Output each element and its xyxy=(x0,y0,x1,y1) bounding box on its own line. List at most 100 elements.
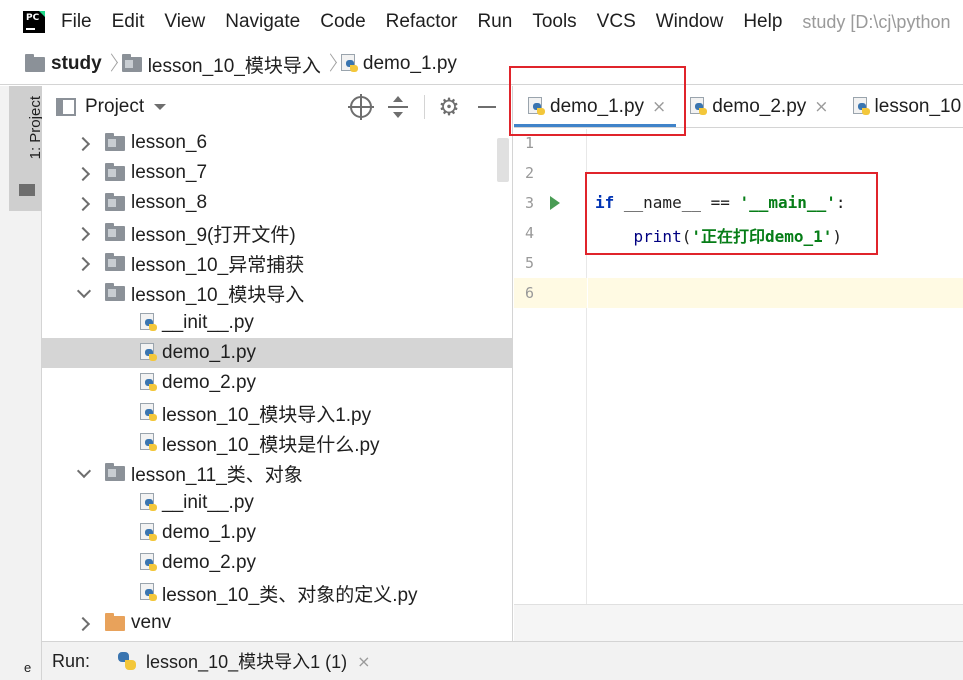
tree-item-file[interactable]: lesson_10_模块导入1.py xyxy=(42,398,512,428)
folder-icon xyxy=(105,222,125,241)
tree-item-folder[interactable]: lesson_10_异常捕获 xyxy=(42,248,512,278)
tree-item-file-selected[interactable]: demo_1.py xyxy=(42,338,512,368)
menu-run[interactable]: Run xyxy=(477,11,512,33)
tree-item-file[interactable]: __init__.py xyxy=(42,488,512,518)
line-number: 3 xyxy=(524,194,534,212)
menu-view[interactable]: View xyxy=(164,11,205,33)
project-panel-title[interactable]: Project xyxy=(85,96,144,118)
close-paren: ) xyxy=(832,227,843,246)
breadcrumb-item-lesson-10[interactable]: lesson_10_模块导入 xyxy=(121,51,321,78)
menu-file[interactable]: File xyxy=(61,11,92,33)
chevron-right-icon[interactable] xyxy=(77,617,89,629)
folder-icon xyxy=(105,282,125,301)
tab-demo-1[interactable]: demo_1.py × xyxy=(514,86,677,127)
builtin-print: print xyxy=(633,227,682,246)
menu-refactor[interactable]: Refactor xyxy=(386,11,458,33)
breadcrumb: study lesson_10_模块导入 demo_1.py xyxy=(0,44,963,85)
code-editor[interactable]: 1 2 3 4 5 6 if __name__ == '__main__': p… xyxy=(514,129,963,604)
menu-vcs[interactable]: VCS xyxy=(597,11,636,33)
toolbar-divider xyxy=(424,95,425,119)
tab-label: lesson_10 xyxy=(874,96,962,117)
tree-item-file[interactable]: __init__.py xyxy=(42,308,512,338)
breadcrumb-label: lesson_10_模块导入 xyxy=(147,55,321,77)
tree-item-label: demo_2.py xyxy=(162,552,257,573)
tree-item-label: lesson_11_类、对象 xyxy=(131,464,303,486)
line-number: 1 xyxy=(524,134,534,152)
tree-item-file[interactable]: lesson_10_类、对象的定义.py xyxy=(42,578,512,608)
code-line-4: print('正在打印demo_1') xyxy=(595,223,843,247)
chevron-right-icon[interactable] xyxy=(77,227,89,239)
folder-icon xyxy=(105,252,125,271)
tree-item-label: demo_1.py xyxy=(162,342,257,363)
python-file-icon xyxy=(140,523,158,543)
run-tab-label: lesson_10_模块导入1 (1) xyxy=(146,652,348,672)
breadcrumb-item-demo-1[interactable]: demo_1.py xyxy=(340,53,457,75)
chevron-right-icon[interactable] xyxy=(77,257,89,269)
menu-help[interactable]: Help xyxy=(743,11,782,33)
menu-edit[interactable]: Edit xyxy=(112,11,145,33)
project-tree: lesson_6 lesson_7 lesson_8 lesson_9(打开文件… xyxy=(42,128,512,638)
chevron-down-icon[interactable] xyxy=(154,104,167,110)
close-icon[interactable]: × xyxy=(357,652,370,671)
tree-item-file[interactable]: lesson_10_模块是什么.py xyxy=(42,428,512,458)
python-file-icon xyxy=(140,373,158,393)
breadcrumb-label: demo_1.py xyxy=(362,53,457,74)
tree-item-file[interactable]: demo_2.py xyxy=(42,548,512,578)
breadcrumb-separator-icon xyxy=(325,53,335,75)
python-file-icon xyxy=(852,97,871,117)
chevron-right-icon[interactable] xyxy=(77,197,89,209)
tree-item-file[interactable]: demo_2.py xyxy=(42,368,512,398)
close-icon[interactable]: × xyxy=(814,97,828,117)
open-paren: ( xyxy=(681,227,692,246)
python-file-icon xyxy=(528,97,546,117)
project-panel-toolbar: ⚙ xyxy=(348,86,512,128)
gear-icon[interactable]: ⚙ xyxy=(437,95,461,119)
run-tool-bar: Run: lesson_10_模块导入1 (1) × xyxy=(42,641,963,680)
left-tool-strip: 1: Project xyxy=(0,86,44,680)
pycharm-logo-icon: PC xyxy=(23,11,45,33)
menu-window[interactable]: Window xyxy=(656,11,724,33)
run-gutter-icon[interactable] xyxy=(550,196,560,210)
tree-item-folder[interactable]: lesson_6 xyxy=(42,128,512,158)
folder-icon xyxy=(121,53,142,72)
tree-item-label: venv xyxy=(131,612,172,633)
tree-item-folder[interactable]: lesson_7 xyxy=(42,158,512,188)
line-number: 2 xyxy=(524,164,534,182)
tree-item-folder-venv[interactable]: venv xyxy=(42,608,512,638)
locate-file-icon[interactable] xyxy=(348,94,374,120)
tree-item-label: demo_2.py xyxy=(162,372,257,393)
folder-icon xyxy=(105,132,125,151)
run-tab[interactable]: lesson_10_模块导入1 (1) × xyxy=(118,648,371,674)
tree-item-label: demo_1.py xyxy=(162,522,257,543)
menu-navigate[interactable]: Navigate xyxy=(225,11,300,33)
breadcrumb-item-study[interactable]: study xyxy=(25,53,102,75)
project-tree-scrollbar[interactable] xyxy=(497,138,509,182)
tab-label: demo_2.py xyxy=(712,96,807,117)
chevron-right-icon[interactable] xyxy=(77,137,89,149)
line-number: 5 xyxy=(524,254,534,272)
tree-item-folder[interactable]: lesson_8 xyxy=(42,188,512,218)
tab-demo-2[interactable]: demo_2.py × xyxy=(676,86,838,127)
tab-label: demo_1.py xyxy=(550,96,645,117)
project-view-icon xyxy=(56,98,76,116)
chevron-right-icon[interactable] xyxy=(77,167,89,179)
line-number: 6 xyxy=(524,284,534,302)
menu-bar: PC File Edit View Navigate Code Refactor… xyxy=(0,0,963,44)
folder-icon xyxy=(105,162,125,181)
menu-code[interactable]: Code xyxy=(320,11,365,33)
collapse-all-icon[interactable] xyxy=(386,95,410,119)
tree-item-folder[interactable]: lesson_11_类、对象 xyxy=(42,458,512,488)
tree-item-folder[interactable]: lesson_10_模块导入 xyxy=(42,278,512,308)
tab-lesson-10[interactable]: lesson_10 xyxy=(839,86,963,127)
menu-tools[interactable]: Tools xyxy=(532,11,576,33)
tree-item-folder[interactable]: lesson_9(打开文件) xyxy=(42,218,512,248)
tree-item-file[interactable]: demo_1.py xyxy=(42,518,512,548)
project-panel-header: Project ⚙ xyxy=(42,86,512,128)
chevron-down-icon[interactable] xyxy=(77,467,89,479)
tree-item-label: lesson_10_模块导入 xyxy=(131,284,305,306)
close-icon[interactable]: × xyxy=(652,97,666,117)
chevron-down-icon[interactable] xyxy=(77,287,89,299)
line-number: 4 xyxy=(524,224,534,242)
hide-panel-icon[interactable] xyxy=(475,95,499,119)
